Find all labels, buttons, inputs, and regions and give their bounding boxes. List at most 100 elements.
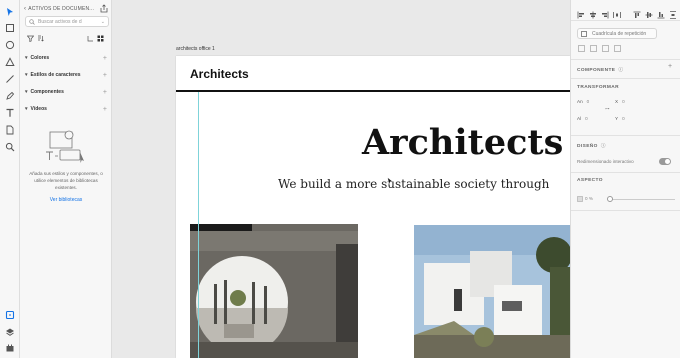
artboard-name[interactable]: architects office 1 bbox=[176, 46, 215, 52]
chevron-down-icon[interactable]: ⌄ bbox=[101, 19, 105, 25]
assets-search-input[interactable]: Buscar activos de d ⌄ bbox=[25, 16, 109, 27]
x-field[interactable]: X0 bbox=[615, 99, 625, 104]
appearance-section-title: ASPECTO bbox=[577, 178, 603, 183]
share-upload-icon[interactable] bbox=[100, 4, 108, 15]
search-icon bbox=[29, 18, 35, 25]
distribute-horizontal-icon[interactable] bbox=[613, 6, 621, 18]
back-chevron-icon[interactable]: ‹ bbox=[24, 6, 26, 12]
align-right-icon[interactable] bbox=[601, 6, 609, 19]
view-libraries-link[interactable]: Ver bibliotecas bbox=[24, 197, 108, 203]
assets-header: ‹ ACTIVOS DE DOCUMEN... bbox=[24, 4, 108, 14]
component-section-title: COMPONENTE ⓘ bbox=[577, 66, 624, 73]
component-title-text: COMPONENTE bbox=[577, 68, 616, 73]
header-divider bbox=[176, 90, 570, 92]
ellipse-icon[interactable] bbox=[4, 39, 16, 51]
artboard-icon[interactable] bbox=[4, 124, 16, 136]
empty-assets-text: Añada sus estilos y componentes, o utili… bbox=[29, 171, 103, 190]
text-icon[interactable] bbox=[4, 107, 16, 119]
list-view-icon[interactable] bbox=[87, 35, 94, 44]
layers-icon[interactable] bbox=[4, 326, 16, 338]
y-label: Y bbox=[615, 116, 619, 121]
boolean-intersect-icon[interactable] bbox=[602, 45, 609, 52]
x-label: X bbox=[615, 99, 619, 104]
hero-title[interactable]: Architects O bbox=[362, 122, 570, 163]
y-value: 0 bbox=[622, 116, 625, 121]
zoom-icon[interactable] bbox=[4, 141, 16, 153]
divider bbox=[571, 78, 680, 79]
opacity-slider-knob[interactable] bbox=[607, 196, 613, 202]
opacity-slider-track[interactable] bbox=[609, 199, 675, 200]
pen-icon[interactable] bbox=[4, 90, 16, 102]
distribute-vertical-icon[interactable] bbox=[669, 6, 677, 19]
width-field[interactable]: An 0 bbox=[577, 99, 589, 104]
responsive-resize-toggle[interactable] bbox=[659, 158, 671, 165]
add-color-icon[interactable]: + bbox=[103, 55, 107, 62]
transform-section-title: TRANSFORMAR bbox=[577, 85, 619, 90]
design-section-title: DISEÑO ⓘ bbox=[577, 142, 606, 149]
add-component-icon[interactable]: + bbox=[103, 89, 107, 96]
add-component-button[interactable]: + bbox=[668, 63, 672, 70]
add-character-style-icon[interactable]: + bbox=[103, 72, 107, 79]
mouse-cursor-icon bbox=[387, 172, 393, 186]
artboard[interactable]: Architects Architects O We build a more … bbox=[176, 56, 570, 358]
divider bbox=[571, 135, 680, 136]
x-value: 0 bbox=[622, 99, 625, 104]
align-bottom-icon[interactable] bbox=[657, 6, 665, 19]
boolean-subtract-icon[interactable] bbox=[590, 45, 597, 52]
section-character-styles-label: Estilos de caracteres bbox=[30, 72, 81, 78]
section-components[interactable]: ▾ Componentes + bbox=[25, 87, 109, 97]
assets-title: ACTIVOS DE DOCUMEN... bbox=[28, 6, 95, 12]
caret-down-icon: ▾ bbox=[25, 55, 28, 61]
plugins-icon[interactable] bbox=[4, 342, 16, 354]
boolean-exclude-icon[interactable] bbox=[614, 45, 621, 52]
align-toolbar bbox=[577, 6, 677, 19]
height-label: Al bbox=[577, 116, 582, 121]
responsive-resize-label: Redimensionado interactivo bbox=[577, 159, 634, 164]
design-title-text: DISEÑO bbox=[577, 144, 598, 149]
divider bbox=[571, 59, 680, 60]
repeat-grid-icon bbox=[581, 31, 587, 37]
rectangle-icon[interactable] bbox=[4, 22, 16, 34]
exterior-photo[interactable] bbox=[414, 225, 570, 358]
empty-assets-illustration-icon bbox=[44, 130, 88, 164]
align-middle-icon[interactable] bbox=[645, 6, 653, 18]
section-videos-label: Vídeos bbox=[30, 106, 47, 112]
add-video-icon[interactable]: + bbox=[103, 106, 107, 113]
caret-down-icon: ▾ bbox=[25, 72, 28, 78]
width-label: An bbox=[577, 99, 583, 104]
opacity-field[interactable]: 0 % bbox=[577, 196, 593, 202]
align-left-icon[interactable] bbox=[577, 6, 585, 19]
document-assets-icon[interactable] bbox=[4, 309, 16, 321]
tool-bar bbox=[0, 0, 20, 358]
filter-icon[interactable] bbox=[26, 35, 35, 44]
section-character-styles[interactable]: ▾ Estilos de caracteres + bbox=[25, 70, 109, 80]
divider bbox=[571, 20, 680, 21]
section-videos[interactable]: ▾ Vídeos + bbox=[25, 104, 109, 114]
section-colors[interactable]: ▾ Colores + bbox=[25, 53, 109, 63]
grid-view-icon[interactable] bbox=[97, 35, 104, 44]
caret-down-icon: ▾ bbox=[25, 106, 28, 112]
lock-aspect-icon[interactable]: ⊶ bbox=[605, 106, 610, 112]
info-icon[interactable]: ⓘ bbox=[601, 144, 606, 149]
divider bbox=[571, 210, 680, 211]
polygon-icon[interactable] bbox=[4, 56, 16, 68]
assets-filters bbox=[25, 35, 109, 45]
line-icon[interactable] bbox=[4, 73, 16, 85]
site-logo-text[interactable]: Architects bbox=[190, 67, 249, 81]
width-value: 0 bbox=[586, 99, 590, 104]
hero-subtitle[interactable]: We build a more sustainable society thro… bbox=[278, 177, 549, 191]
select-arrow-icon[interactable] bbox=[4, 6, 16, 18]
section-components-label: Componentes bbox=[30, 89, 64, 95]
info-icon[interactable]: ⓘ bbox=[618, 68, 623, 73]
opacity-icon bbox=[577, 196, 583, 202]
align-center-icon[interactable] bbox=[589, 6, 597, 19]
sort-icon[interactable] bbox=[37, 35, 44, 44]
repeat-grid-button[interactable]: Cuadrícula de repetición bbox=[577, 28, 657, 39]
height-value: 0 bbox=[585, 116, 588, 121]
y-field[interactable]: Y0 bbox=[615, 116, 625, 121]
height-field[interactable]: Al 0 bbox=[577, 116, 588, 121]
align-top-icon[interactable] bbox=[633, 6, 641, 18]
boolean-add-icon[interactable] bbox=[578, 45, 585, 52]
interior-photo[interactable] bbox=[190, 224, 358, 358]
section-colors-label: Colores bbox=[30, 55, 50, 61]
